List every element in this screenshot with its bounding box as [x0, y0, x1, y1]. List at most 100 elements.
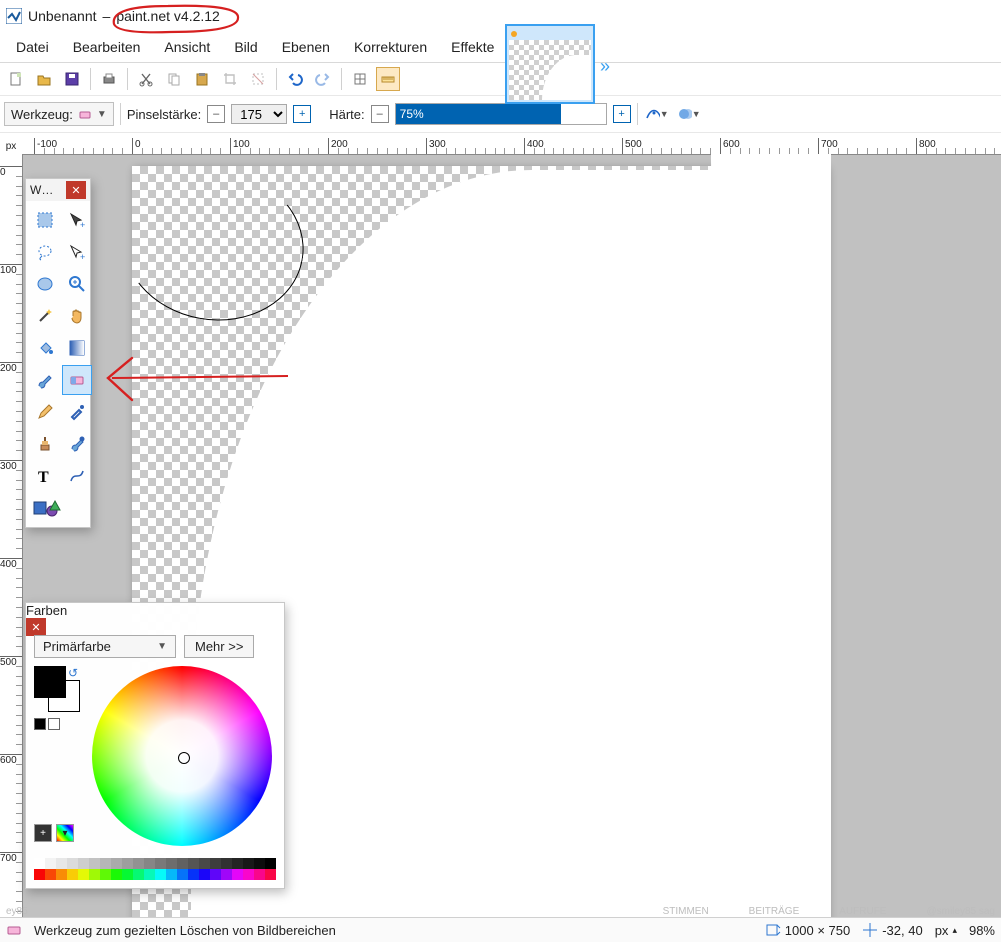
color-role-selector[interactable]: Primärfarbe ▼ [34, 635, 176, 658]
palette-swatch[interactable] [78, 869, 89, 880]
palette-swatch[interactable] [188, 869, 199, 880]
palette-swatch[interactable] [254, 858, 265, 869]
menu-adjust[interactable]: Korrekturen [342, 32, 439, 62]
pencil-tool[interactable] [30, 397, 60, 427]
menu-effects[interactable]: Effekte [439, 32, 506, 62]
gradient-tool[interactable] [62, 333, 92, 363]
swap-colors-icon[interactable]: ↺ [68, 666, 78, 680]
reset-black-icon[interactable] [34, 718, 46, 730]
status-unit[interactable]: px ▴ [935, 923, 957, 938]
palette-swatch[interactable] [100, 869, 111, 880]
hardness-increase[interactable]: + [613, 105, 631, 123]
palette-swatch[interactable] [265, 869, 276, 880]
palette-swatch[interactable] [45, 869, 56, 880]
palette-swatch[interactable] [221, 858, 232, 869]
move-pixels-tool[interactable]: + [62, 237, 92, 267]
eraser-tool[interactable] [62, 365, 92, 395]
ellipse-select-tool[interactable] [30, 269, 60, 299]
palette-swatch[interactable] [67, 869, 78, 880]
brush-tool[interactable] [30, 365, 60, 395]
palette-swatch[interactable] [177, 858, 188, 869]
palette-swatch[interactable] [111, 858, 122, 869]
status-zoom[interactable]: 98% [969, 923, 995, 938]
palette-swatch[interactable] [199, 858, 210, 869]
palette-swatch[interactable] [144, 869, 155, 880]
print-button[interactable] [97, 67, 121, 91]
move-selection-tool[interactable]: + [62, 205, 92, 235]
redo-button[interactable] [311, 67, 335, 91]
menu-file[interactable]: Datei [4, 32, 61, 62]
palette-swatch[interactable] [199, 869, 210, 880]
document-thumbnail[interactable] [505, 24, 595, 104]
shapes-tool[interactable] [30, 493, 64, 523]
rect-select-tool[interactable] [30, 205, 60, 235]
line-tool[interactable] [62, 461, 92, 491]
tools-window[interactable]: W… ✕ + + T [25, 178, 91, 528]
colors-window[interactable]: Farben ✕ Primärfarbe ▼ Mehr >> ↺ [25, 602, 285, 889]
palette-swatch[interactable] [166, 858, 177, 869]
palette-swatch[interactable] [265, 858, 276, 869]
reset-white-icon[interactable] [48, 718, 60, 730]
palette-swatch[interactable] [144, 858, 155, 869]
palette-swatch[interactable] [100, 858, 111, 869]
open-file-button[interactable] [32, 67, 56, 91]
new-file-button[interactable] [4, 67, 28, 91]
crop-button[interactable] [218, 67, 242, 91]
antialias-toggle[interactable]: ▼ [644, 103, 670, 125]
brushwidth-decrease[interactable]: – [207, 105, 225, 123]
palette-swatch[interactable] [89, 869, 100, 880]
palette-swatch[interactable] [67, 858, 78, 869]
palette-swatch[interactable] [133, 858, 144, 869]
palette-swatch[interactable] [89, 858, 100, 869]
close-icon[interactable]: ✕ [66, 181, 86, 199]
palette-swatch[interactable] [232, 858, 243, 869]
deselect-button[interactable] [246, 67, 270, 91]
palette-swatch[interactable] [34, 858, 45, 869]
lasso-tool[interactable] [30, 237, 60, 267]
color-wheel-cursor[interactable] [178, 752, 190, 764]
palette-swatch[interactable] [210, 858, 221, 869]
grid-button[interactable] [348, 67, 372, 91]
paste-button[interactable] [190, 67, 214, 91]
palette-swatch[interactable] [166, 869, 177, 880]
palette-swatch[interactable] [221, 869, 232, 880]
palette-swatch[interactable] [232, 869, 243, 880]
palette-swatch[interactable] [56, 858, 67, 869]
recolor-tool[interactable] [62, 429, 92, 459]
clone-tool[interactable] [30, 429, 60, 459]
palette-swatch[interactable] [177, 869, 188, 880]
palette-swatch[interactable] [188, 858, 199, 869]
hardness-decrease[interactable]: – [371, 105, 389, 123]
palette-swatches[interactable] [34, 858, 276, 880]
brushwidth-field[interactable]: 175 [231, 104, 287, 124]
palette-swatch[interactable] [254, 869, 265, 880]
color-wheel[interactable] [92, 666, 272, 846]
colors-more-button[interactable]: Mehr >> [184, 635, 254, 658]
text-tool[interactable]: T [30, 461, 60, 491]
pan-tool[interactable] [62, 301, 92, 331]
palette-swatch[interactable] [133, 869, 144, 880]
palette-swatch[interactable] [78, 858, 89, 869]
bucket-tool[interactable] [30, 333, 60, 363]
palette-swatch[interactable] [155, 869, 166, 880]
ruler-button[interactable] [376, 67, 400, 91]
wand-tool[interactable] [30, 301, 60, 331]
blendmode-selector[interactable]: ▼ [676, 103, 702, 125]
palette-menu-icon[interactable]: ▾ [56, 824, 74, 842]
save-button[interactable] [60, 67, 84, 91]
cut-button[interactable] [134, 67, 158, 91]
thumbnail-expand-icon[interactable]: » [600, 56, 610, 77]
copy-button[interactable] [162, 67, 186, 91]
palette-swatch[interactable] [155, 858, 166, 869]
menu-image[interactable]: Bild [222, 32, 269, 62]
menu-layers[interactable]: Ebenen [270, 32, 342, 62]
palette-swatch[interactable] [34, 869, 45, 880]
palette-swatch[interactable] [243, 858, 254, 869]
palette-swatch[interactable] [210, 869, 221, 880]
palette-swatch[interactable] [122, 858, 133, 869]
palette-swatch[interactable] [111, 869, 122, 880]
palette-swatch[interactable] [243, 869, 254, 880]
eyedropper-tool[interactable] [62, 397, 92, 427]
brushwidth-increase[interactable]: + [293, 105, 311, 123]
hardness-slider[interactable]: 75% [395, 103, 607, 125]
